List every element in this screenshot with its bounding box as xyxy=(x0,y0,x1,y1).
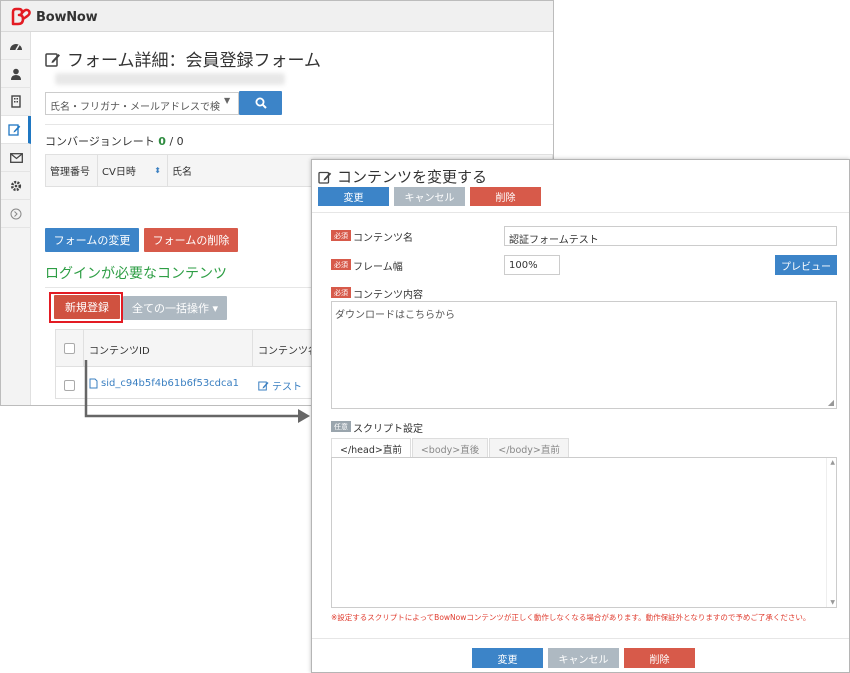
sidebar-item-mail[interactable] xyxy=(1,144,31,172)
frame-width-field[interactable]: 100% xyxy=(504,255,560,275)
tab-head-before[interactable]: </head>直前 xyxy=(331,438,411,458)
sidebar xyxy=(1,32,31,405)
column-header-cv-date[interactable]: CV日時 ⬍ xyxy=(98,155,168,186)
conversion-rate: コンバージョンレート 0 / 0 xyxy=(45,133,184,149)
required-badge: 必須 xyxy=(331,287,351,298)
page-title-text: フォーム詳細：会員登録フォーム xyxy=(67,51,321,71)
form-change-button[interactable]: フォームの変更 xyxy=(45,228,139,252)
column-header-content-id: コンテンツID xyxy=(89,346,150,357)
content-body-textarea[interactable]: ダウンロードはこちらから ◢ xyxy=(331,301,837,409)
content-body-text: ダウンロードはこちらから xyxy=(335,310,455,321)
frame-width-label: フレーム幅 xyxy=(353,262,403,273)
search-button[interactable] xyxy=(239,91,282,115)
change-content-modal: コンテンツを変更する 変更 キャンセル 削除 必須 コンテンツ名 認証フォームテ… xyxy=(311,159,850,673)
required-badge: 必須 xyxy=(331,259,351,270)
column-header-cv-date-label: CV日時 xyxy=(102,167,136,178)
scroll-up-icon[interactable]: ▲ xyxy=(830,459,835,466)
cancel-button[interactable]: キャンセル xyxy=(394,187,465,206)
change-button[interactable]: 変更 xyxy=(318,187,389,206)
bownow-logo-icon xyxy=(11,7,31,26)
tab-body-after[interactable]: <body>直後 xyxy=(411,438,489,458)
form-delete-button[interactable]: フォームの削除 xyxy=(144,228,238,252)
login-content-heading: ログインが必要なコンテンツ xyxy=(45,266,227,282)
scrollbar[interactable]: ▲ ▼ xyxy=(826,458,836,607)
sidebar-item-companies[interactable] xyxy=(1,88,31,116)
expand-icon xyxy=(10,208,22,219)
script-settings-label: スクリプト設定 xyxy=(353,424,423,435)
optional-badge: 任意 xyxy=(331,421,351,432)
content-name-field[interactable]: 認証フォームテスト xyxy=(504,226,837,246)
column-header-id[interactable]: 管理番号 xyxy=(46,155,98,186)
change-button-bottom[interactable]: 変更 xyxy=(472,648,543,668)
edit-icon xyxy=(45,52,60,67)
gear-icon xyxy=(10,180,22,191)
column-header-content-name: コンテンツ名 xyxy=(258,346,318,357)
scroll-down-icon[interactable]: ▼ xyxy=(830,599,835,606)
conversion-rate-total: / 0 xyxy=(169,135,184,148)
blurred-metadata xyxy=(55,73,285,85)
column-header-name[interactable]: 氏名 xyxy=(168,163,192,178)
content-name-label: コンテンツ名 xyxy=(353,233,413,244)
edit-icon xyxy=(318,171,332,184)
top-bar: BowNow xyxy=(1,1,553,32)
search-icon xyxy=(255,97,267,109)
sidebar-item-expand[interactable] xyxy=(1,200,31,228)
bulk-action-dropdown[interactable]: 全ての一括操作 ▾ xyxy=(123,296,227,320)
tab-body-before[interactable]: </body>直前 xyxy=(489,438,569,458)
brand-name: BowNow xyxy=(36,9,98,25)
content-body-label: コンテンツ内容 xyxy=(353,290,423,301)
user-icon xyxy=(11,68,21,80)
sidebar-item-settings[interactable] xyxy=(1,172,31,200)
preview-button[interactable]: プレビュー xyxy=(775,255,837,275)
sidebar-item-dashboard[interactable] xyxy=(1,32,31,60)
script-tabs: </head>直前 <body>直後 </body>直前 xyxy=(331,438,570,458)
chevron-down-icon[interactable]: ▼ xyxy=(224,96,230,105)
divider xyxy=(45,124,553,125)
row-checkbox[interactable] xyxy=(64,380,75,391)
divider xyxy=(312,212,849,213)
search-input[interactable]: 氏名・フリガナ・メールアドレスで検 xyxy=(45,92,239,115)
modal-title-text: コンテンツを変更する xyxy=(337,168,488,186)
sidebar-item-forms[interactable] xyxy=(1,116,31,144)
building-icon xyxy=(11,95,21,108)
modal-title: コンテンツを変更する xyxy=(318,166,487,187)
highlight-box xyxy=(49,292,123,323)
sort-icon[interactable]: ⬍ xyxy=(154,166,161,175)
conversion-rate-value: 0 xyxy=(158,135,166,148)
edit-icon xyxy=(8,124,21,136)
sidebar-item-users[interactable] xyxy=(1,60,31,88)
page-title: フォーム詳細：会員登録フォーム xyxy=(45,46,321,71)
flow-arrow-icon xyxy=(84,360,310,423)
required-badge: 必須 xyxy=(331,230,351,241)
script-warning: ※設定するスクリプトによってBowNowコンテンツが正しく動作しなくなる場合があ… xyxy=(331,613,811,622)
brand-logo[interactable]: BowNow xyxy=(10,7,98,27)
mail-icon xyxy=(9,152,23,163)
conversion-rate-label: コンバージョンレート xyxy=(45,135,155,148)
dashboard-icon xyxy=(10,43,22,50)
delete-button-bottom[interactable]: 削除 xyxy=(624,648,695,668)
select-all-checkbox[interactable] xyxy=(64,343,75,354)
delete-button[interactable]: 削除 xyxy=(470,187,541,206)
divider xyxy=(312,638,849,639)
script-textarea[interactable]: ▲ ▼ xyxy=(331,457,837,608)
cancel-button-bottom[interactable]: キャンセル xyxy=(548,648,619,668)
resize-handle-icon[interactable]: ◢ xyxy=(828,398,834,407)
